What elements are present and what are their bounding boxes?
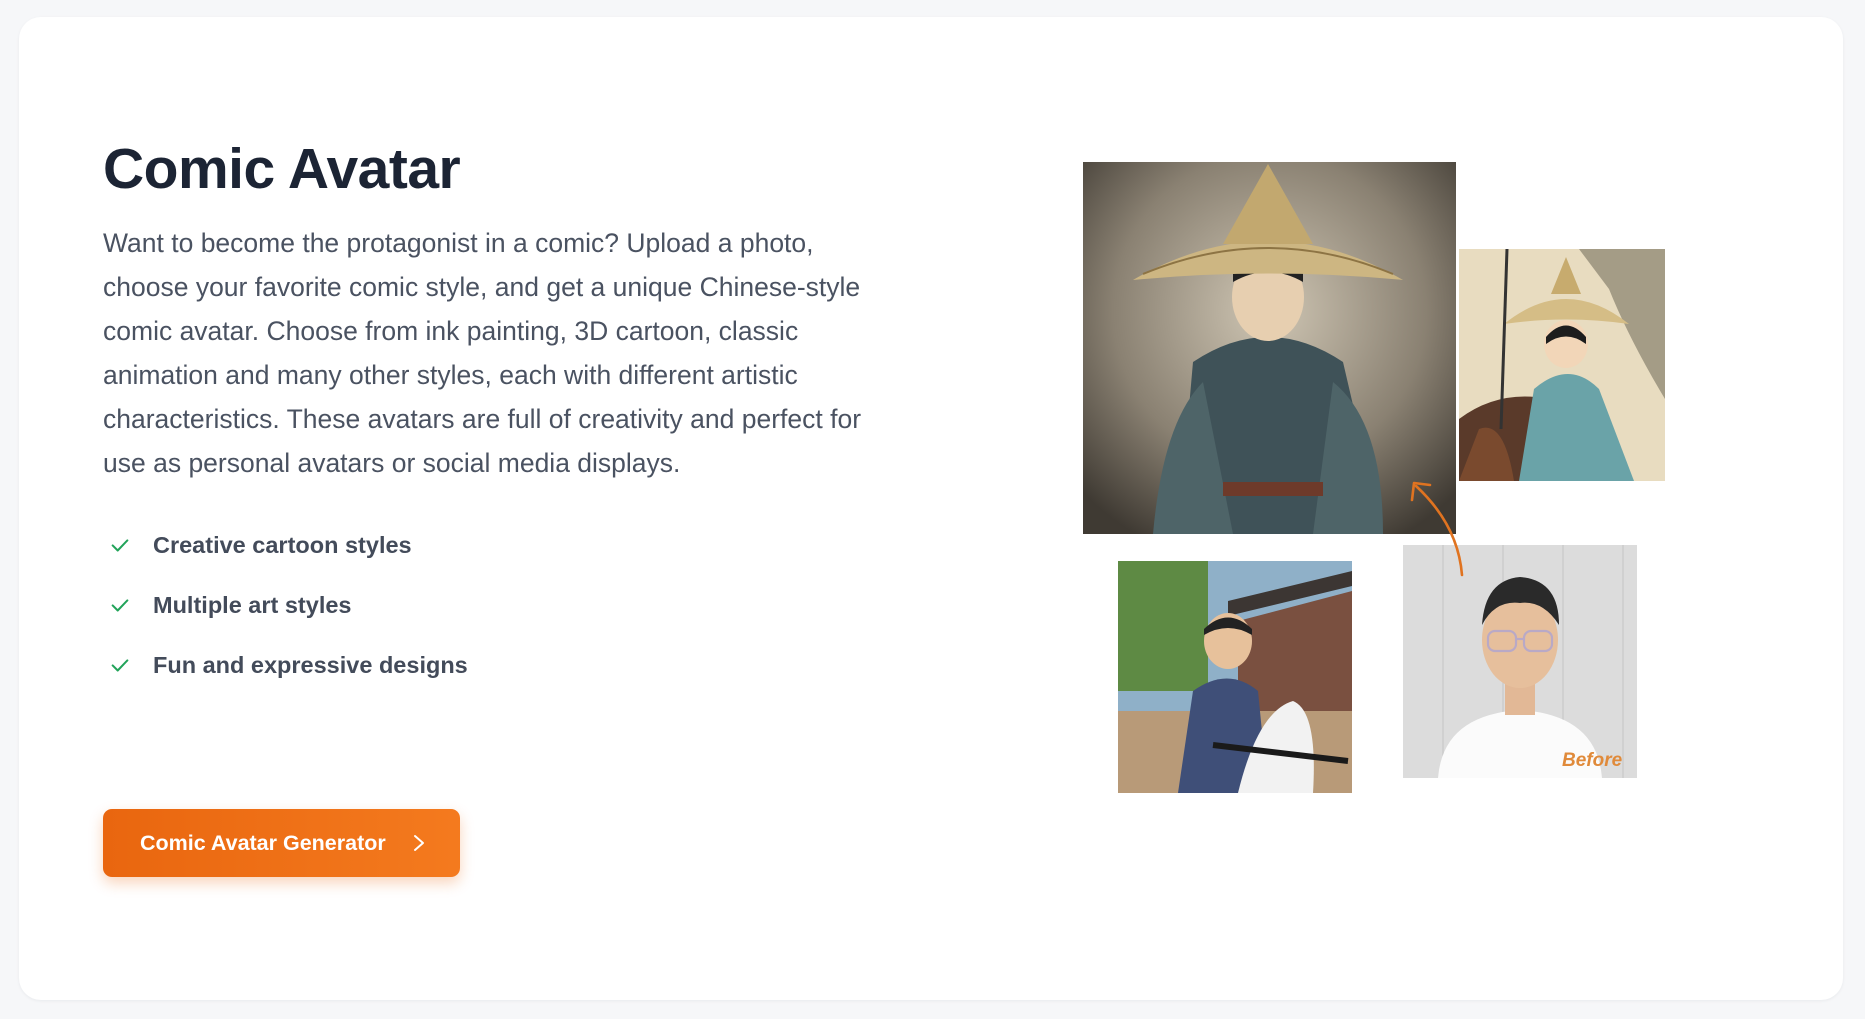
feature-label: Creative cartoon styles xyxy=(153,531,412,558)
before-label: Before xyxy=(1562,750,1623,771)
section-title: Comic Avatar xyxy=(103,137,461,201)
feature-item: Creative cartoon styles xyxy=(103,527,883,563)
feature-item: Multiple art styles xyxy=(103,587,883,623)
3d-cartoon-avatar-image xyxy=(1118,561,1352,793)
feature-text-column: Comic Avatar Want to become the protagon… xyxy=(103,135,883,707)
check-icon xyxy=(111,599,129,612)
chevron-right-icon xyxy=(413,835,424,851)
cta-label: Comic Avatar Generator xyxy=(140,830,386,855)
section-description: Want to become the protagonist in a comi… xyxy=(103,228,862,478)
feature-label: Multiple art styles xyxy=(153,591,352,618)
feature-list: Creative cartoon styles Multiple art sty… xyxy=(103,527,883,683)
classic-animation-avatar-image xyxy=(1459,249,1665,481)
check-icon xyxy=(111,659,129,672)
check-icon xyxy=(111,539,129,552)
comic-avatar-generator-button[interactable]: Comic Avatar Generator xyxy=(103,809,460,877)
transform-arrow-icon xyxy=(1410,481,1464,577)
feature-item: Fun and expressive designs xyxy=(103,647,883,683)
feature-label: Fun and expressive designs xyxy=(153,651,468,678)
